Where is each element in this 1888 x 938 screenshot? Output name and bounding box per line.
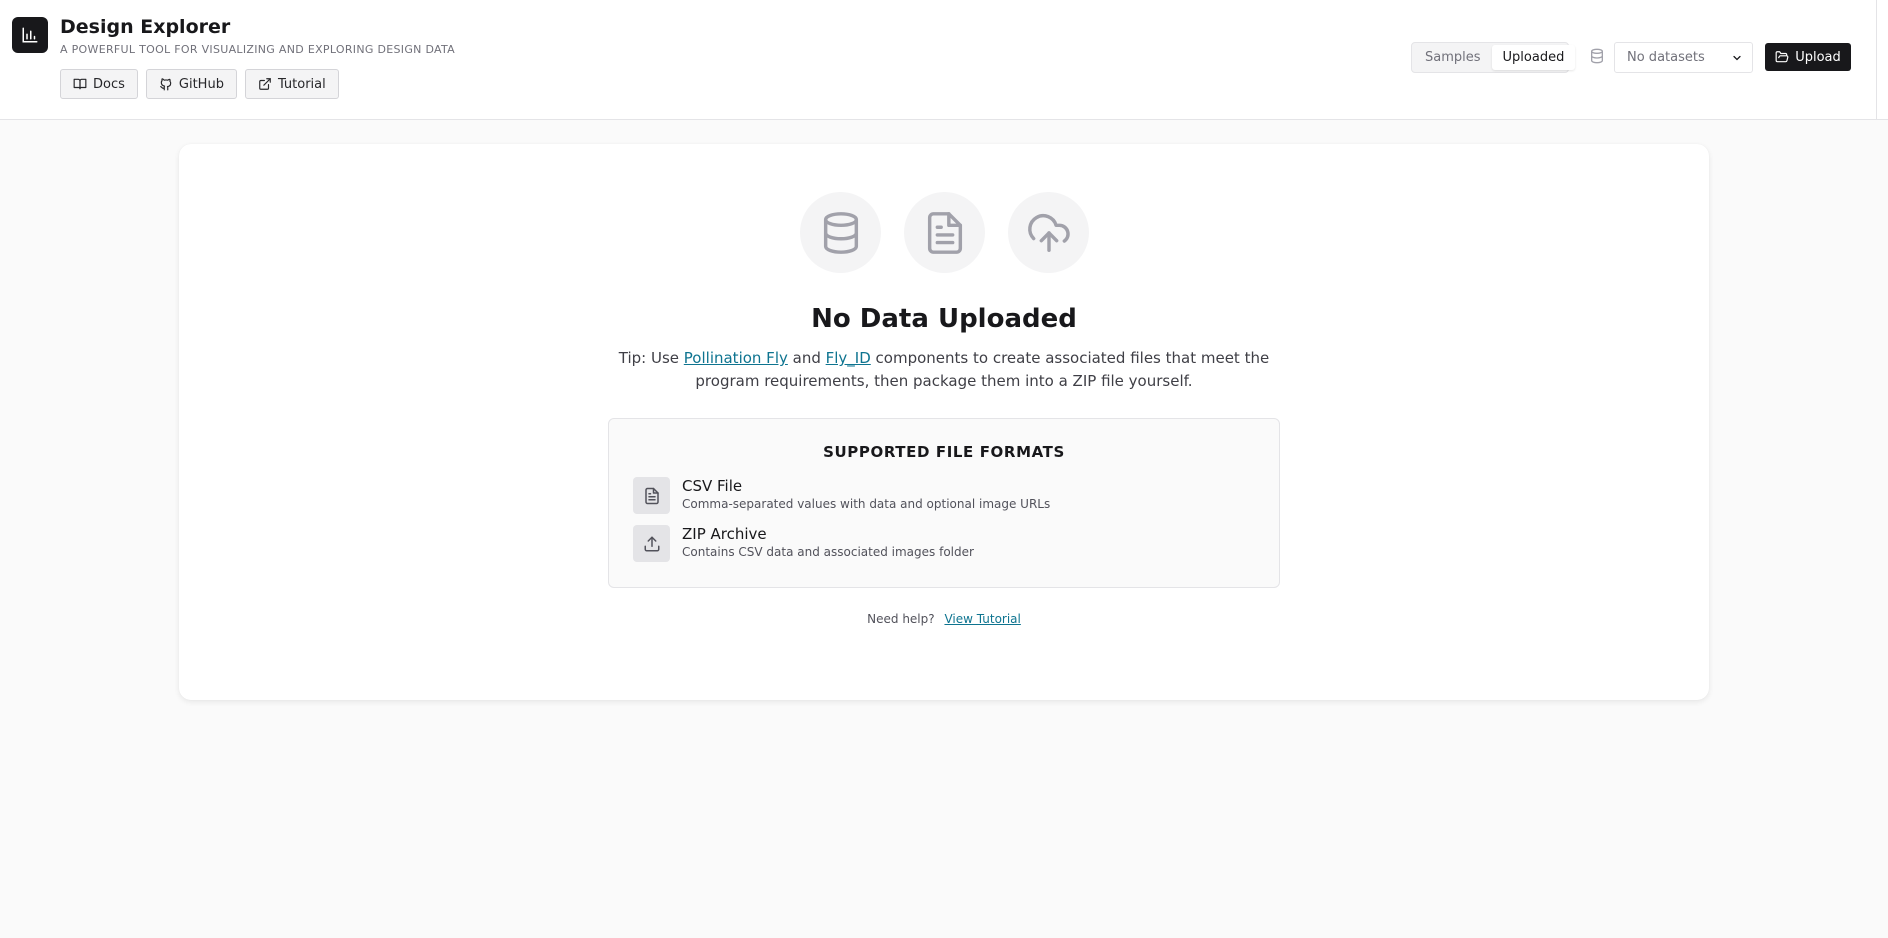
format-item-csv: CSV File Comma-separated values with dat… xyxy=(633,477,1050,515)
data-source-toggle: Samples Uploaded xyxy=(1411,42,1576,73)
app-title: Design Explorer xyxy=(60,16,231,38)
docs-button[interactable]: Docs xyxy=(60,69,138,99)
view-tutorial-link[interactable]: View Tutorial xyxy=(944,612,1020,626)
empty-state-card: No Data Uploaded Tip: Use Pollination Fl… xyxy=(179,144,1709,700)
divider xyxy=(1876,0,1877,120)
folder-open-icon xyxy=(1775,51,1789,63)
tip-and: and xyxy=(787,349,826,367)
external-link-icon xyxy=(259,78,271,90)
formats-title: SUPPORTED FILE FORMATS xyxy=(823,443,1065,461)
tab-uploaded[interactable]: Uploaded xyxy=(1491,45,1576,70)
format-name: ZIP Archive xyxy=(682,525,767,543)
format-description: Comma-separated values with data and opt… xyxy=(682,497,1051,511)
tip-prefix: Tip: Use xyxy=(618,349,684,367)
nav-links: Docs GitHub Tutorial xyxy=(60,69,339,99)
cloud-upload-icon xyxy=(1008,192,1089,273)
tutorial-button[interactable]: Tutorial xyxy=(244,69,339,99)
supported-formats-box: SUPPORTED FILE FORMATS CSV File Comma-se… xyxy=(608,418,1280,588)
tab-samples[interactable]: Samples xyxy=(1414,45,1492,70)
upload-label: Upload xyxy=(1795,49,1841,65)
database-icon xyxy=(800,192,881,273)
format-description: Contains CSV data and associated images … xyxy=(682,545,974,559)
empty-state-heading: No Data Uploaded xyxy=(811,304,1077,334)
app-subtitle: A POWERFUL TOOL FOR VISUALIZING AND EXPL… xyxy=(60,43,456,56)
file-text-icon xyxy=(633,477,670,514)
file-text-icon xyxy=(904,192,985,273)
tip-text: Tip: Use Pollination Fly and Fly_ID comp… xyxy=(594,347,1294,393)
app-header: Design Explorer A POWERFUL TOOL FOR VISU… xyxy=(0,0,1888,120)
help-text: Need help? xyxy=(867,612,935,626)
format-name: CSV File xyxy=(682,477,743,495)
github-icon xyxy=(160,78,172,91)
pollination-fly-link[interactable]: Pollination Fly xyxy=(684,349,788,367)
fly-id-link[interactable]: Fly_ID xyxy=(826,349,871,367)
upload-button[interactable]: Upload xyxy=(1765,43,1851,71)
dataset-select-value: No datasets xyxy=(1627,50,1705,65)
book-open-icon xyxy=(73,78,87,90)
database-icon xyxy=(1591,48,1603,64)
format-item-zip: ZIP Archive Contains CSV data and associ… xyxy=(633,525,974,563)
github-button[interactable]: GitHub xyxy=(145,69,237,99)
docs-label: Docs xyxy=(93,76,125,92)
chevron-down-icon xyxy=(1733,55,1741,60)
dataset-select[interactable]: No datasets xyxy=(1614,42,1753,73)
upload-icon xyxy=(633,525,670,562)
tutorial-label: Tutorial xyxy=(277,76,326,92)
help-line: Need help? View Tutorial xyxy=(179,612,1709,626)
github-label: GitHub xyxy=(178,76,224,92)
bar-chart-icon xyxy=(12,17,48,53)
